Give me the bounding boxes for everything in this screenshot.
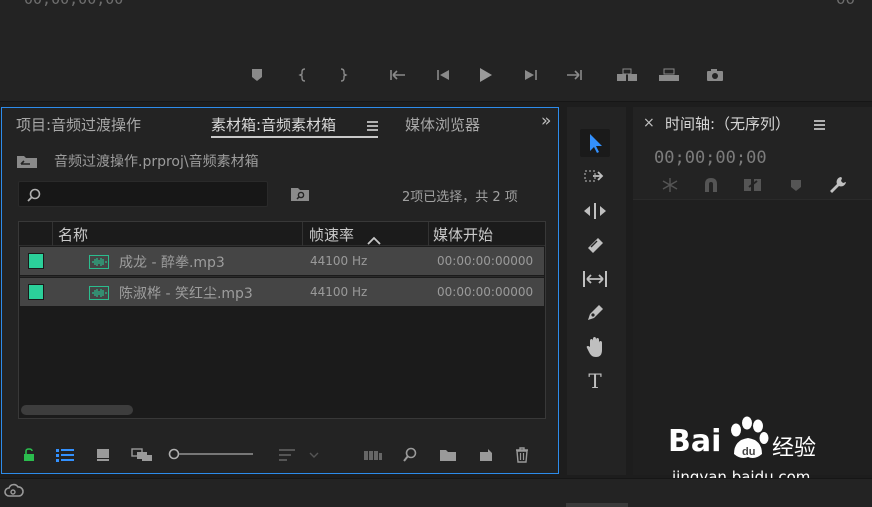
timeline-timecode[interactable]: 00;00;00;00 (654, 148, 767, 168)
clip-frame-rate: 44100 Hz (310, 254, 368, 268)
slip-tool-icon[interactable] (580, 265, 610, 293)
play-icon[interactable] (474, 64, 496, 86)
tab-media-browser[interactable]: 媒体浏览器 (405, 114, 480, 135)
new-bin-icon[interactable] (438, 447, 458, 463)
column-frame-rate[interactable]: 帧速率 (309, 224, 354, 245)
export-frame-icon[interactable] (704, 64, 726, 86)
automate-to-sequence-icon[interactable] (362, 447, 384, 463)
clip-name[interactable]: 陈淑桦 - 笑红尘.mp3 (119, 283, 253, 303)
program-monitor: 00;00;00;00 00 (0, 0, 872, 102)
tools-panel: T (567, 107, 626, 475)
bin-list: 名称 帧速率 媒体开始 成龙 - 醉拳.mp3 44100 Hz 00:00:0… (18, 221, 546, 419)
search-icon (27, 187, 41, 206)
clip-frame-rate: 44100 Hz (310, 285, 368, 299)
watermark-brand: Bai (668, 424, 722, 459)
column-media-start[interactable]: 媒体开始 (433, 224, 493, 245)
watermark-jingyan: 经验 (772, 436, 817, 461)
search-input[interactable] (18, 181, 268, 207)
selection-count: 2项已选择，共 2 项 (402, 190, 518, 205)
ripple-edit-tool-icon[interactable] (580, 197, 610, 225)
premiere-window: 00;00;00;00 00 项目:音频过渡操作 素材箱:音频素材箱 (0, 0, 872, 507)
go-to-in-icon[interactable] (388, 64, 410, 86)
tab-project[interactable]: 项目:音频过渡操作 (16, 114, 141, 135)
label-color-swatch[interactable] (28, 253, 44, 269)
out-point-icon[interactable] (332, 64, 354, 86)
baidu-paw-logo: du (726, 416, 770, 466)
track-select-tool-icon[interactable] (580, 163, 610, 191)
find-in-bin-icon[interactable] (290, 186, 310, 206)
new-item-icon[interactable] (477, 447, 495, 463)
type-tool-icon[interactable]: T (580, 367, 610, 395)
monitor-timecode[interactable]: 00;00;00;00 (24, 0, 123, 8)
list-view-icon[interactable] (56, 447, 74, 463)
panel-menu-icon[interactable] (367, 121, 378, 131)
in-point-icon[interactable] (292, 64, 314, 86)
nest-icon[interactable] (661, 177, 679, 197)
monitor-duration: 00 (836, 0, 855, 8)
timeline-menu-icon[interactable] (814, 120, 825, 130)
overwrite-icon[interactable] (658, 64, 680, 86)
marker-icon[interactable] (246, 64, 268, 86)
creative-cloud-icon[interactable] (3, 483, 25, 503)
go-to-out-icon[interactable] (562, 64, 584, 86)
wrench-icon[interactable] (829, 176, 847, 198)
table-row[interactable]: 成龙 - 醉拳.mp3 44100 Hz 00:00:00:00000 (20, 247, 544, 275)
sort-menu-icon[interactable] (278, 447, 324, 463)
snap-icon[interactable] (703, 177, 719, 197)
selection-tool-icon[interactable] (580, 129, 610, 157)
close-icon[interactable]: × (643, 115, 655, 131)
status-bar (0, 478, 872, 507)
parent-bin-icon[interactable] (16, 153, 38, 173)
audio-clip-icon (89, 255, 109, 269)
active-tab-indicator (211, 136, 378, 138)
audio-clip-icon (89, 286, 109, 300)
svg-text:du: du (742, 446, 755, 458)
razor-tool-icon[interactable] (580, 231, 610, 259)
unlock-icon[interactable] (20, 447, 38, 463)
label-color-swatch[interactable] (28, 284, 44, 300)
project-panel: 项目:音频过渡操作 素材箱:音频素材箱 媒体浏览器 » 音频过渡操作.prpro… (1, 107, 559, 474)
insert-icon[interactable] (616, 64, 638, 86)
horizontal-scrollbar[interactable] (21, 405, 133, 415)
overflow-icon[interactable]: » (541, 111, 551, 131)
freeform-view-icon[interactable] (130, 447, 154, 463)
zoom-slider[interactable] (168, 446, 254, 460)
trash-icon[interactable] (513, 447, 531, 463)
pen-tool-icon[interactable] (580, 299, 610, 327)
bin-path-text: 音频过渡操作.prproj\音频素材箱 (54, 154, 259, 170)
find-icon[interactable] (401, 447, 419, 463)
clip-media-start: 00:00:00:00000 (437, 254, 534, 268)
clip-name[interactable]: 成龙 - 醉拳.mp3 (119, 252, 225, 272)
timeline-title[interactable]: 时间轴:（无序列） (665, 113, 790, 134)
clip-media-start: 00:00:00:00000 (437, 285, 534, 299)
column-name[interactable]: 名称 (58, 224, 88, 245)
table-row[interactable]: 陈淑桦 - 笑红尘.mp3 44100 Hz 00:00:00:00000 (20, 278, 544, 306)
status-scrollbar[interactable] (566, 503, 628, 507)
step-back-icon[interactable] (432, 64, 454, 86)
add-marker-icon[interactable] (790, 178, 802, 197)
icon-view-icon[interactable] (94, 447, 112, 463)
hand-tool-icon[interactable] (580, 333, 610, 361)
linked-selection-icon[interactable] (743, 177, 763, 197)
tab-bin[interactable]: 素材箱:音频素材箱 (211, 114, 336, 135)
step-forward-icon[interactable] (520, 64, 542, 86)
